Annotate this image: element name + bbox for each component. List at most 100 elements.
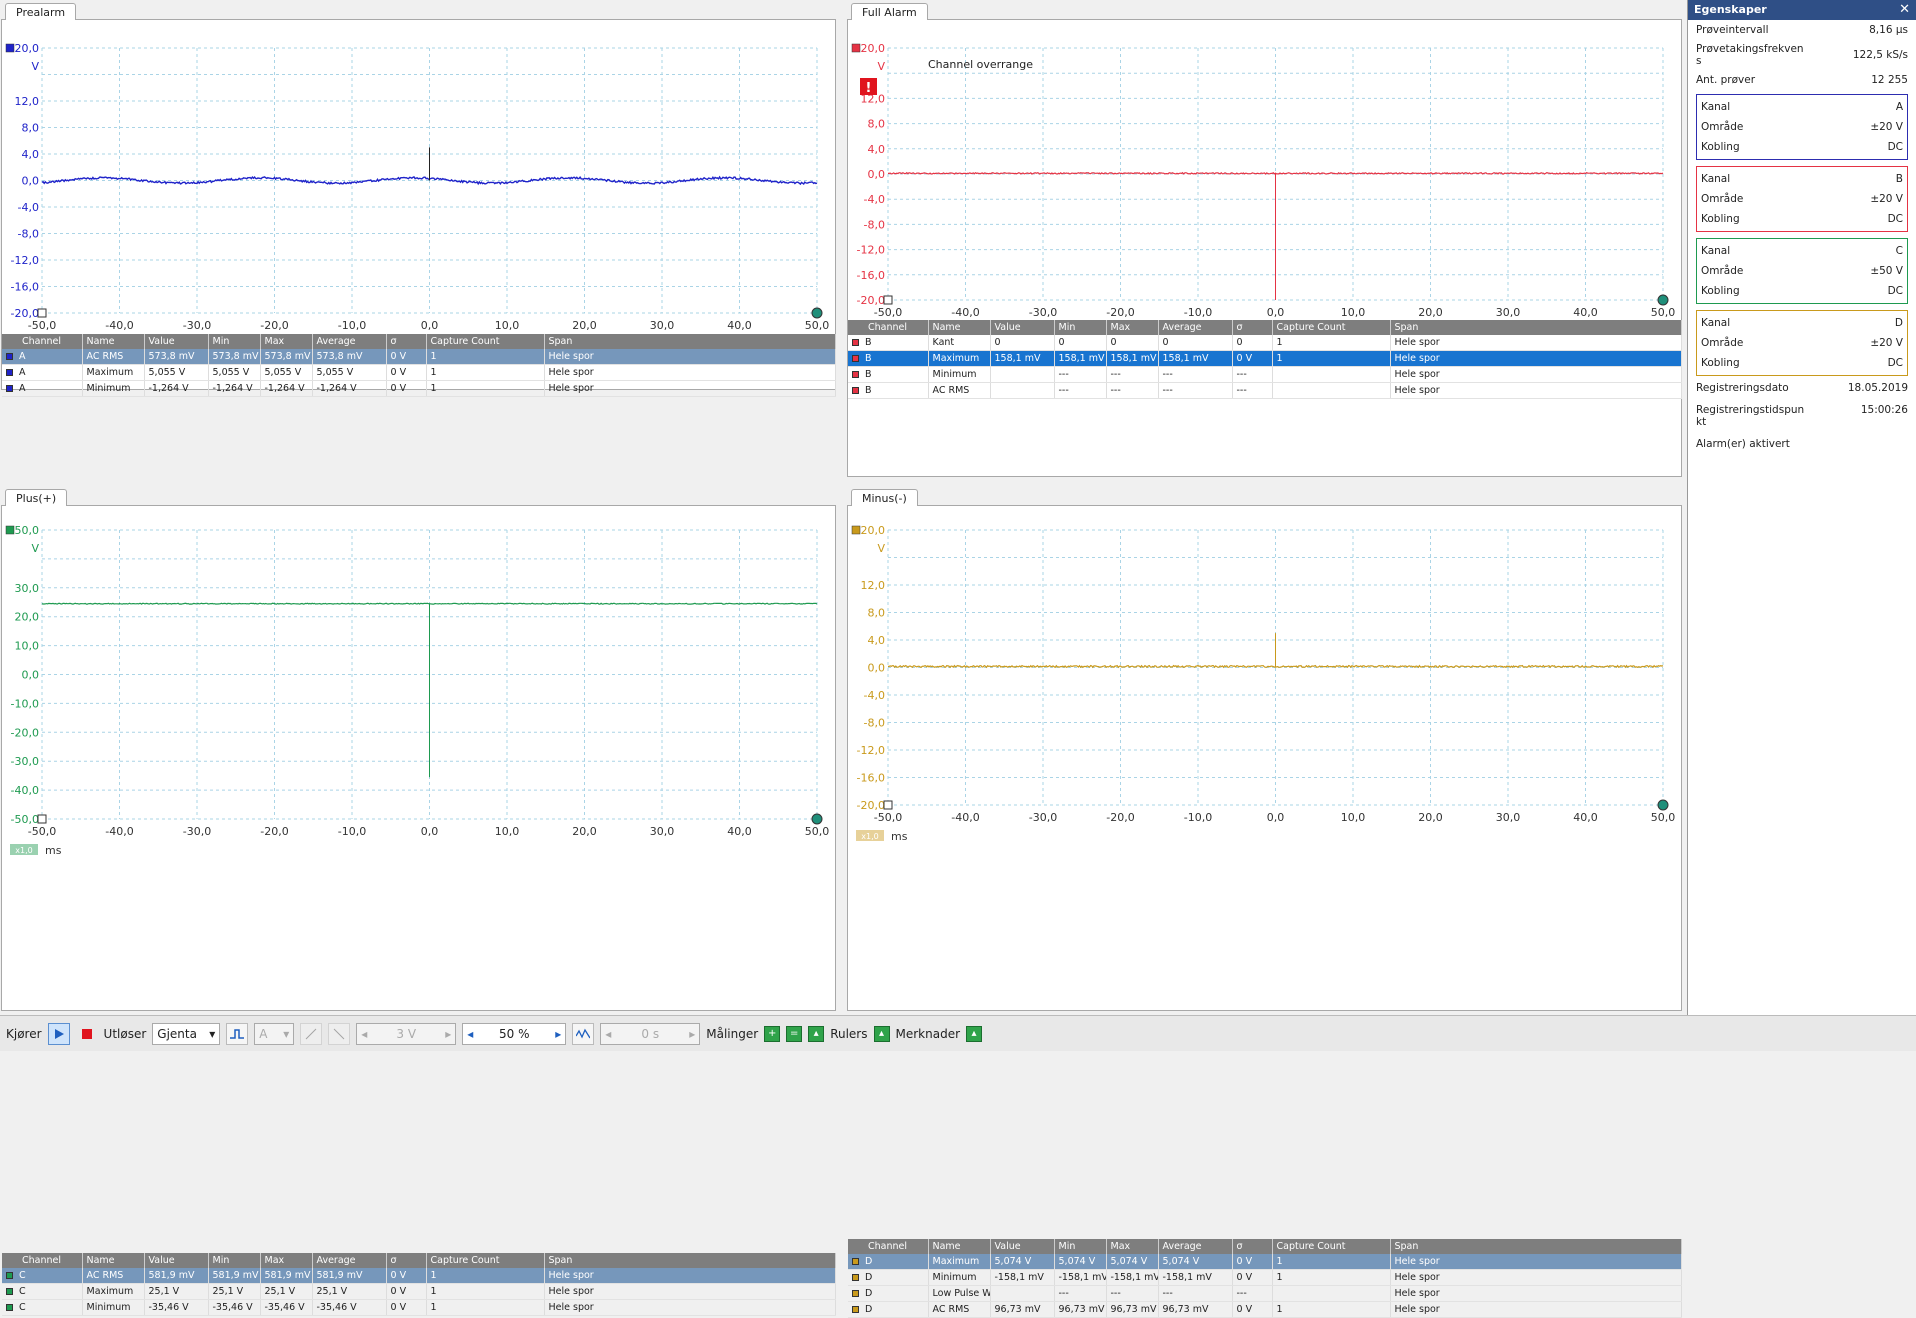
table-row[interactable]: D AC RMS 96,73 mV 96,73 mV 96,73 mV 96,73 mV 0… [848,1302,1681,1318]
plot-2[interactable]: -50,0 -40,0 -30,0 -20,0 -10,0 0,0 10,0 20,0 30,0… [2,506,835,1253]
trigger-source-select[interactable]: A ▾ [254,1023,294,1045]
column-header[interactable]: Value [990,320,1054,335]
column-header[interactable]: Capture Count [426,334,544,349]
column-header[interactable]: Average [312,1253,386,1268]
column-header[interactable]: Min [1054,1239,1106,1254]
table-row[interactable]: C Maximum 25,1 V 25,1 V 25,1 V 25,1 V0 V 1 Hele… [2,1284,835,1300]
y-unit-label: V [31,542,39,555]
stop-button[interactable] [76,1023,98,1045]
trigger-edge-button[interactable] [226,1023,248,1045]
y-tick-label: -4,0 [18,201,39,214]
ruler-handle-right[interactable] [1658,800,1668,810]
table-row[interactable]: B Kant 0 0 0 0 0 1 Hele spor [848,335,1681,351]
table-row[interactable]: A Maximum 5,055 V 5,055 V 5,055 V 5,055 V0 V1… [2,365,835,381]
column-header[interactable]: Channel [848,320,928,335]
column-header[interactable]: Span [544,334,835,349]
column-header[interactable]: Name [928,320,990,335]
column-header[interactable]: Channel [2,334,82,349]
column-header[interactable]: Average [1158,1239,1232,1254]
ruler-handle-right[interactable] [812,308,822,318]
x-tick-label: 20,0 [572,825,597,838]
column-header[interactable]: Min [1054,320,1106,335]
channel-name: D [865,1304,872,1315]
trigger-falling-button[interactable] [328,1023,350,1045]
ruler-handle-right[interactable] [1658,295,1668,305]
trigger-rising-button[interactable] [300,1023,322,1045]
column-header[interactable]: Capture Count [426,1253,544,1268]
delay-button[interactable] [572,1023,594,1045]
column-header[interactable]: Name [928,1239,990,1254]
x-tick-label: 50,0 [1651,811,1676,824]
column-header[interactable]: Min [208,1253,260,1268]
channel-name: D [865,1272,872,1283]
table-row[interactable]: D Maximum 5,074 V 5,074 V 5,074 V 5,074 V0 V1… [848,1254,1681,1270]
table-row[interactable]: B AC RMS --- --- --- --- Hele spor [848,383,1681,399]
ruler-handle-left[interactable] [884,296,892,304]
column-header[interactable]: σ [1232,320,1272,335]
plot-0[interactable]: -50,0 -40,0 -30,0 -20,0 -10,0 0,0 10,0 20,0 30,0… [2,20,835,334]
column-header[interactable]: Min [208,334,260,349]
table-cell: -1,264 V [312,381,386,397]
column-header[interactable]: Channel [848,1239,928,1254]
play-button[interactable] [48,1023,70,1045]
trigger-level-field[interactable]: ◂ 3 V ▸ [356,1023,456,1045]
column-header[interactable]: σ [1232,1239,1272,1254]
pretrigger-field[interactable]: ◂ 50 % ▸ [462,1023,566,1045]
column-header[interactable]: Channel [2,1253,82,1268]
delete-measurement-button[interactable]: ▴ [808,1026,824,1042]
ruler-handle-left[interactable] [884,801,892,809]
tab-prealarm[interactable]: Prealarm [5,3,76,20]
ruler-handle-right[interactable] [812,814,822,824]
tab-plus[interactable]: Plus(+) [5,489,67,506]
column-header[interactable]: Value [144,334,208,349]
table-row[interactable]: C Minimum -35,46 V -35,46 V -35,46 V -35,46 V… [2,1300,835,1316]
table-row[interactable]: D Minimum -158,1 mV -158,1 mV -158,1 mV -158,… [848,1270,1681,1286]
panel-minus: Minus(-) -50,0 -40,0 -30,0 -20,0 -10,0 0,0 10,… [847,505,1682,1011]
table-row[interactable]: B Minimum --- --- --- --- Hele spor [848,367,1681,383]
delay-field[interactable]: ◂ 0 s ▸ [600,1023,700,1045]
table-row[interactable]: B Maximum 158,1 mV 158,1 mV 158,1 mV 158,1 mV… [848,351,1681,367]
rulers-button[interactable]: ▴ [874,1026,890,1042]
tab-minus[interactable]: Minus(-) [851,489,918,506]
column-header[interactable]: Span [544,1253,835,1268]
channel-color-swatch [6,385,13,392]
column-header[interactable]: σ [386,334,426,349]
column-header[interactable]: Name [82,334,144,349]
column-header[interactable]: Max [1106,320,1158,335]
property-label: Ant. prøver [1696,74,1806,86]
trigger-mode-select[interactable]: Gjenta ▾ [152,1023,220,1045]
column-header[interactable]: Span [1390,1239,1681,1254]
plot-3[interactable]: -50,0 -40,0 -30,0 -20,0 -10,0 0,0 10,0 20,0 30,0… [848,506,1681,1239]
tab-full-alarm[interactable]: Full Alarm [851,3,928,20]
column-header[interactable]: Value [144,1253,208,1268]
table-row[interactable]: C AC RMS 581,9 mV 581,9 mV 581,9 mV 581,9 mV 0… [2,1268,835,1284]
column-header[interactable]: σ [386,1253,426,1268]
table-row[interactable]: DLow Pulse Width------------Hele spor [848,1286,1681,1302]
channel-setting-row: Område ±50 V [1701,261,1903,281]
column-header[interactable]: Max [260,1253,312,1268]
table-row[interactable]: A Minimum -1,264 V -1,264 V -1,264 V -1,264 V… [2,381,835,397]
column-header[interactable]: Span [1390,320,1681,335]
column-header[interactable]: Value [990,1239,1054,1254]
ruler-handle-left[interactable] [38,309,46,317]
column-header[interactable]: Average [1158,320,1232,335]
reg-date-value: 18.05.2019 [1848,382,1908,404]
column-header[interactable]: Capture Count [1272,1239,1390,1254]
ruler-handle-left[interactable] [38,815,46,823]
plot-1[interactable]: -50,0 -40,0 -30,0 -20,0 -10,0 0,0 10,0 20,0 30,0… [848,20,1681,320]
table-row[interactable]: A AC RMS 573,8 mV 573,8 mV 573,8 mV 573,8 mV 0… [2,349,835,365]
notes-button[interactable]: ▴ [966,1026,982,1042]
table-cell: Maximum [928,351,990,367]
column-header[interactable]: Name [82,1253,144,1268]
y-unit-label: V [877,542,885,555]
column-header[interactable]: Average [312,334,386,349]
setting-label: Område [1701,333,1743,353]
close-icon[interactable]: ✕ [1899,0,1910,20]
edit-measurement-button[interactable]: = [786,1026,802,1042]
column-header[interactable]: Capture Count [1272,320,1390,335]
y-tick-label: -20,0 [11,307,39,320]
add-measurement-button[interactable]: + [764,1026,780,1042]
column-header[interactable]: Max [1106,1239,1158,1254]
column-header[interactable]: Max [260,334,312,349]
channel-name: B [865,369,872,380]
